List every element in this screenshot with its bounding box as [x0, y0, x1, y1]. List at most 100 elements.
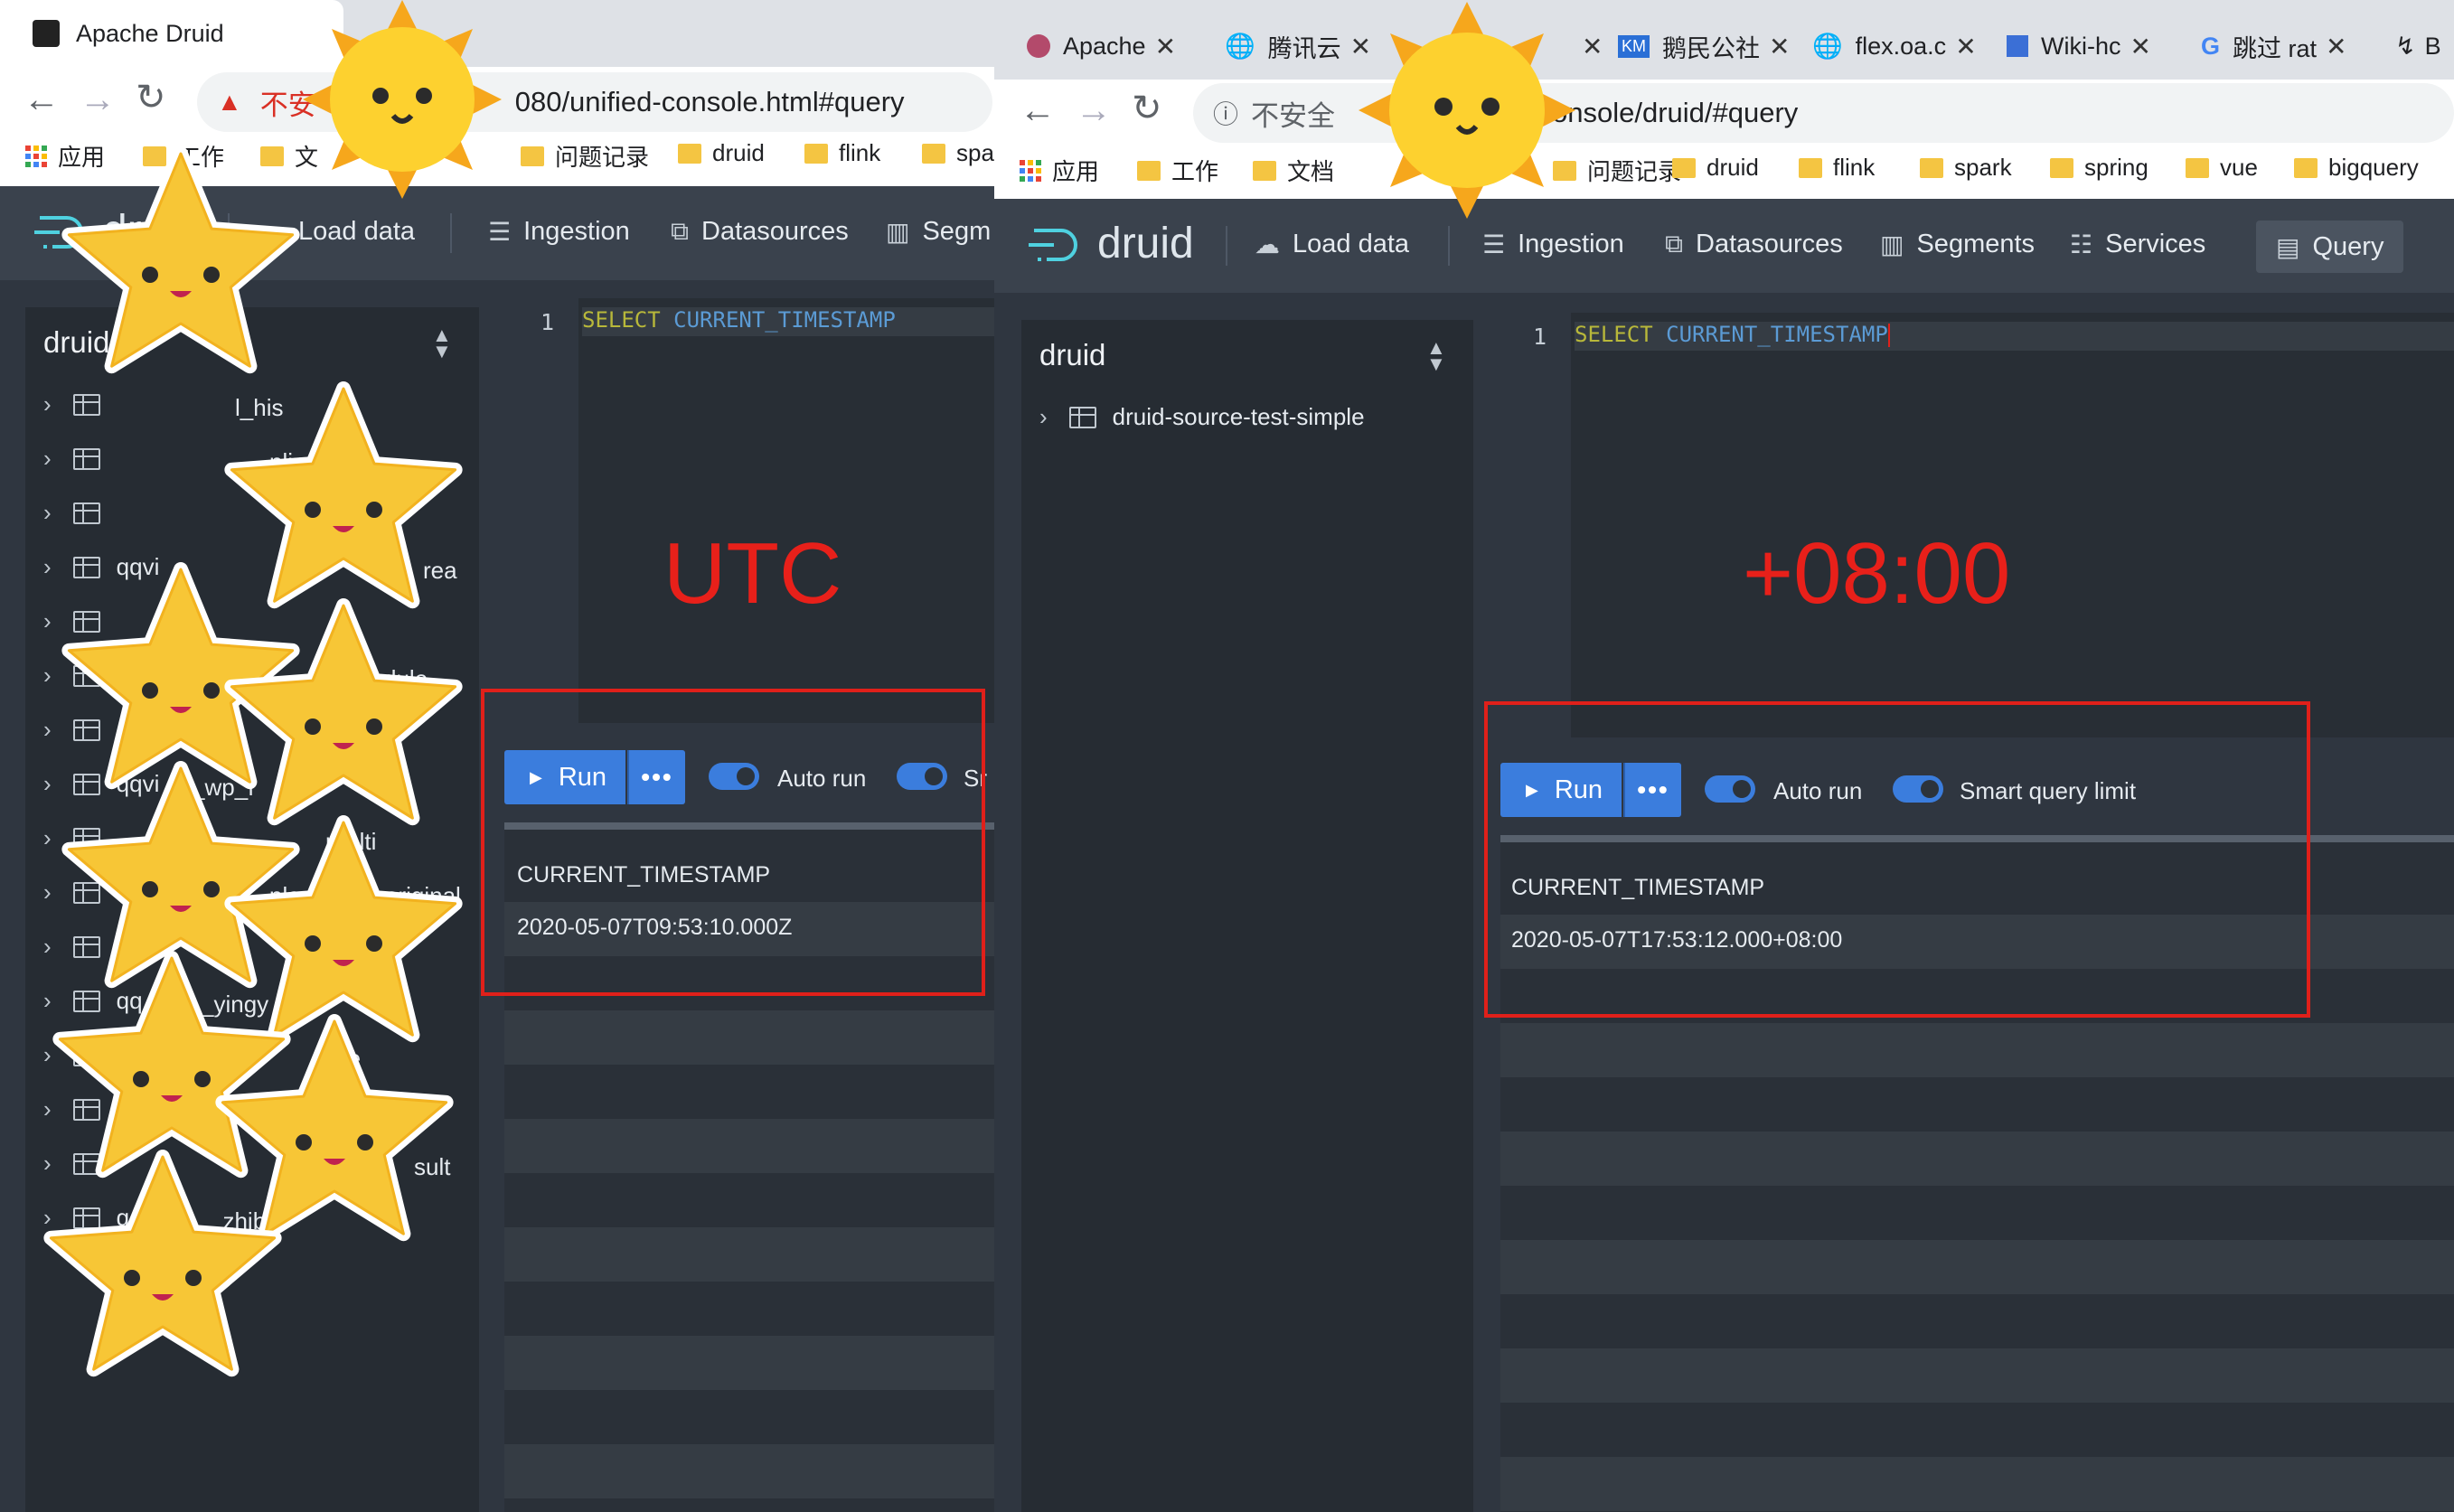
bookmark-folder[interactable]: flink [1799, 154, 1875, 182]
site-favicon-icon: ↯ [2395, 32, 2416, 60]
sort-arrows-icon[interactable]: ▲ ▼ [432, 325, 452, 362]
stacked-chart-icon: ▥ [1880, 230, 1904, 258]
bookmark-folder[interactable]: flink [804, 139, 880, 167]
sql-editor[interactable]: 1 SELECT CURRENT_TIMESTAMP [506, 298, 994, 723]
druid-top-nav: druid ☁Load data ☰Ingestion ⧉Datasources… [994, 199, 2454, 293]
bookmark-folder[interactable]: vue [2186, 154, 2258, 182]
nav-query-active[interactable]: ▤ Query [2256, 221, 2404, 273]
chevron-right-icon: › [43, 878, 52, 906]
bookmark-apps[interactable]: 应用 [1020, 154, 1099, 187]
nav-label: Segm [922, 217, 992, 246]
empty-row [504, 1010, 994, 1065]
tab-km[interactable]: KM 鹅民公社 ✕ [1618, 22, 1790, 70]
datasource-selector[interactable]: druid [1039, 338, 1105, 372]
bookmark-folder[interactable]: druid [678, 139, 765, 167]
nav-divider [1226, 226, 1227, 266]
sort-arrows-icon[interactable]: ▲ ▼ [1426, 338, 1446, 374]
druid-logo[interactable]: druid [1027, 219, 1194, 268]
forward-arrow-icon[interactable]: → [1076, 92, 1112, 128]
stacked-chart-icon: ▥ [886, 218, 910, 246]
bookmark-label: flink [1833, 154, 1876, 181]
chevron-right-icon: › [43, 662, 52, 689]
folder-icon [1920, 157, 1943, 178]
nav-datasources[interactable]: ⧉ Datasources [1665, 230, 1843, 259]
tree-item-datasource[interactable]: › druid-source-test-simple [1039, 403, 1365, 431]
nav-segments[interactable]: ▥ Segments [1880, 230, 2035, 259]
logo-text: druid [1097, 220, 1194, 268]
close-tab-icon[interactable]: ✕ [2326, 32, 2346, 61]
star-sticker-icon [61, 146, 300, 374]
bookmark-folder[interactable]: spring [2050, 154, 2148, 182]
tab-label: Apache [1063, 32, 1146, 60]
chevron-right-icon: › [43, 770, 52, 797]
empty-row [504, 1336, 994, 1390]
tree-item-datasource[interactable]: › [43, 499, 117, 527]
close-tab-icon[interactable]: ✕ [1769, 32, 1790, 61]
bookmark-folder[interactable]: spark [1920, 154, 2012, 182]
empty-row [504, 1444, 994, 1498]
tab-label: B [2424, 32, 2441, 60]
empty-row [1500, 1132, 2454, 1186]
editor-gutter [506, 298, 578, 723]
bookmark-folder[interactable]: druid [1672, 154, 1759, 182]
gantt-chart-icon: ☰ [488, 218, 512, 246]
bookmark-label: 工作 [1171, 158, 1219, 185]
sql-line[interactable]: SELECT CURRENT_TIMESTAMP [582, 307, 994, 336]
druid-favicon-icon [33, 20, 60, 47]
sql-line[interactable]: SELECT CURRENT_TIMESTAMP [1575, 322, 2454, 351]
reload-icon[interactable]: ↻ [1132, 90, 1162, 127]
nav-label: Query [2312, 231, 2384, 261]
sql-function: CURRENT_TIMESTAMP [673, 307, 896, 333]
tab-wiki[interactable]: Wiki-hc ✕ [2007, 22, 2178, 70]
nav-services[interactable]: ☷ Services [2070, 230, 2205, 259]
nav-label: Datasources [1696, 230, 1843, 258]
forward-arrow-icon[interactable]: → [80, 81, 116, 117]
reload-icon[interactable]: ↻ [136, 80, 166, 116]
sql-keyword: SELECT [582, 307, 661, 333]
chevron-right-icon: › [43, 716, 52, 743]
tab-b[interactable]: ↯ B [2395, 22, 2454, 70]
multi-select-icon: ⧉ [671, 217, 689, 245]
bookmark-folder[interactable]: 工作 [1137, 154, 1218, 187]
bookmark-folder[interactable]: 文档 [1253, 154, 1334, 187]
tree-item-datasource[interactable]: › [43, 445, 117, 473]
warning-triangle-icon: ▲ [217, 88, 242, 116]
nav-ingestion[interactable]: ☰ Ingestion [488, 217, 630, 247]
sql-function: CURRENT_TIMESTAMP [1666, 322, 1888, 347]
back-arrow-icon[interactable]: ← [24, 81, 60, 117]
close-tab-icon[interactable]: ✕ [2130, 32, 2151, 61]
chevron-right-icon: › [43, 390, 52, 418]
red-highlight-box [481, 689, 985, 996]
line-number: 1 [541, 309, 555, 335]
folder-icon [922, 143, 945, 164]
nav-label: Segments [1916, 230, 2036, 258]
database-icon: ☷ [2070, 230, 2093, 258]
nav-datasources[interactable]: ⧉ Datasources [671, 217, 849, 247]
tab-label: Wiki-hc [2041, 32, 2121, 60]
tab-google[interactable]: G 跳过 rat ✕ [2201, 22, 2373, 70]
km-favicon-icon: KM [1618, 34, 1650, 58]
tab-label: Apache Druid [76, 19, 224, 47]
tab-flex[interactable]: 🌐 flex.oa.c ✕ [1812, 22, 1984, 70]
back-arrow-icon[interactable]: ← [1020, 92, 1056, 128]
close-tab-icon[interactable]: ✕ [1155, 32, 1176, 61]
folder-icon [1799, 157, 1822, 178]
bookmark-label: flink [839, 139, 881, 166]
folder-icon [2294, 157, 2318, 178]
insecure-label: 不安全 [1251, 99, 1336, 132]
tab-apache[interactable]: Apache ✕ [1027, 22, 1199, 70]
chevron-right-icon: › [1039, 403, 1048, 430]
bookmark-folder[interactable]: bigquery [2294, 154, 2419, 182]
folder-icon [1672, 157, 1696, 178]
bookmark-label: spark [1954, 154, 2012, 181]
tab-label: 鹅民公社 [1662, 34, 1760, 62]
right-browser-window: Apache ✕ 🌐 腾讯云 ✕ ✕ KM 鹅民公社 ✕ 🌐 flex.oa.c ✕ Wiki… [994, 0, 2454, 1512]
chevron-right-icon: › [43, 445, 52, 472]
site-favicon-icon [1027, 34, 1050, 58]
nav-segments[interactable]: ▥ Segm [886, 217, 991, 247]
close-tab-icon[interactable]: ✕ [1955, 32, 1976, 61]
utc-annotation: UTC [663, 525, 842, 622]
bookmark-folder[interactable]: 问题记录 [521, 139, 649, 173]
bookmark-folder[interactable]: spa [922, 139, 994, 167]
folder-icon [2186, 157, 2209, 178]
